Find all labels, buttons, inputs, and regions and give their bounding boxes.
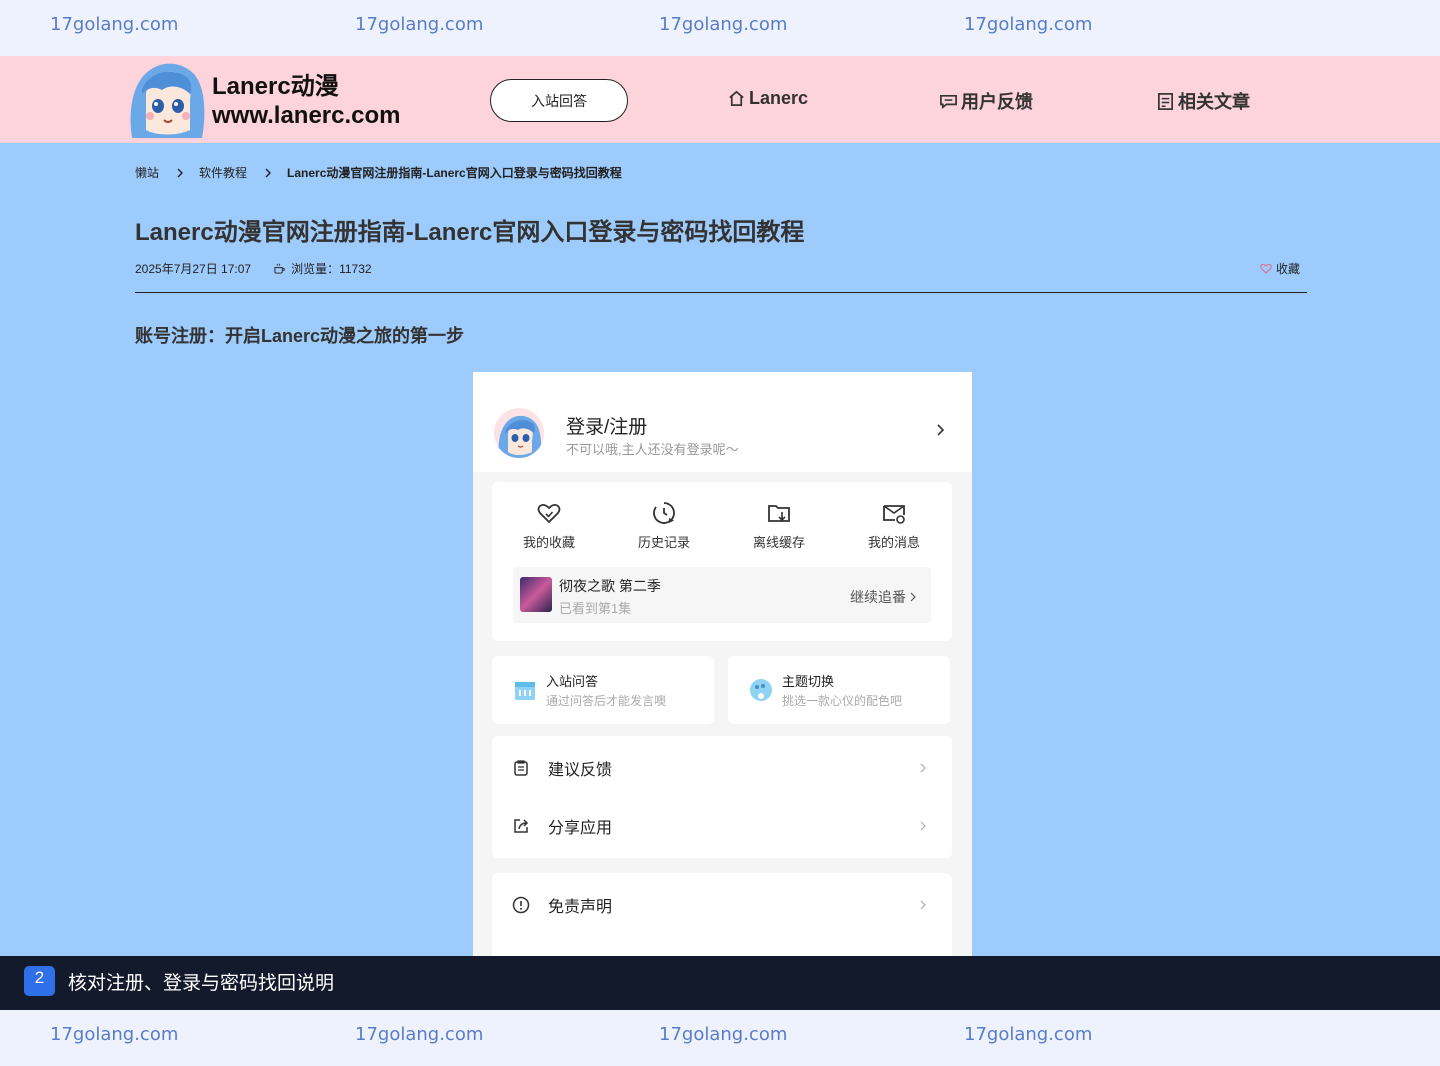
chevron-right-icon: [265, 168, 272, 177]
continue-button[interactable]: 继续追番: [850, 587, 917, 607]
menu-item-disclaimer-label: 免责声明: [548, 899, 613, 916]
mail-icon: [883, 505, 905, 524]
watermark-text: 17golang.com: [355, 14, 484, 35]
quick-messages[interactable]: 我的消息: [849, 500, 939, 551]
quick-messages-label: 我的消息: [867, 535, 920, 550]
profile-header[interactable]: 登录/注册 不可以哦,主人还没有登录呢～: [473, 372, 972, 472]
watermark-text: 17golang.com: [50, 1024, 179, 1045]
folder-download-icon: [768, 505, 790, 522]
step-text: 核对注册、登录与密码找回说明: [68, 973, 335, 994]
step-banner: 2 核对注册、登录与密码找回说明: [0, 956, 1440, 1010]
chevron-right-icon: [920, 763, 926, 773]
menu-item-share-label: 分享应用: [548, 820, 613, 837]
article-title: Lanerc动漫官网注册指南-Lanerc官网入口登录与密码找回教程: [135, 219, 805, 246]
heart-icon: [537, 503, 561, 524]
favorite-button[interactable]: 收藏: [1260, 260, 1300, 277]
chevron-right-icon: [910, 592, 916, 602]
continue-watching[interactable]: 彻夜之歌 第二季 已看到第1集 继续追番: [513, 567, 931, 623]
section-heading: 账号注册：开启Lanerc动漫之旅的第一步: [135, 326, 465, 346]
chat-icon: [940, 94, 957, 109]
quick-offline[interactable]: 离线缓存: [734, 500, 824, 551]
palette-icon: [750, 679, 772, 701]
watch-progress: 已看到第1集: [559, 601, 632, 616]
home-icon: [729, 90, 744, 107]
menu-group-2: 免责声明: [492, 873, 952, 956]
theme-card-subtitle: 挑选一款心仪的配色吧: [782, 694, 903, 708]
menu-item-feedback-label: 建议反馈: [548, 762, 613, 779]
watermark-text: 17golang.com: [964, 14, 1093, 35]
article-date: 2025年7月27日 17:07: [135, 262, 252, 276]
divider: [135, 292, 1307, 293]
chevron-right-icon: [920, 821, 926, 831]
qa-card-subtitle: 通过问答后才能发言噢: [546, 694, 667, 708]
menu-item-disclaimer[interactable]: 免责声明: [492, 876, 952, 934]
qa-card-title: 入站问答: [546, 674, 599, 689]
app-screenshot: 登录/注册 不可以哦,主人还没有登录呢～ 我的收藏 历史记录 离线缓存 我的消息…: [473, 372, 972, 956]
nav-feedback-label: 用户反馈: [961, 92, 1033, 112]
logo-avatar-icon[interactable]: [126, 60, 208, 140]
theme-card[interactable]: 主题切换 挑选一款心仪的配色吧: [728, 656, 950, 724]
quick-favorites[interactable]: 我的收藏: [504, 500, 594, 551]
anime-title: 彻夜之歌 第二季: [559, 578, 661, 594]
article-views: 浏览量：11732: [273, 260, 372, 277]
anime-thumbnail: [520, 577, 552, 612]
watermark-text: 17golang.com: [50, 14, 179, 35]
article-meta: 2025年7月27日 17:07 浏览量：11732: [135, 260, 372, 277]
avatar-icon: [498, 415, 542, 458]
watermark-text: 17golang.com: [964, 1024, 1093, 1045]
menu-group-1: 建议反馈 分享应用: [492, 736, 952, 858]
quick-favorites-label: 我的收藏: [522, 535, 575, 550]
breadcrumb-category[interactable]: 软件教程: [199, 164, 247, 181]
chevron-right-icon: [937, 424, 945, 436]
step-number: 2: [24, 966, 55, 996]
qa-button[interactable]: 入站回答: [490, 79, 628, 122]
watermark-text: 17golang.com: [659, 1024, 788, 1045]
watermark-text: 17golang.com: [659, 14, 788, 35]
nav-articles-label: 相关文章: [1178, 92, 1250, 112]
history-icon: [653, 502, 675, 524]
nav-home[interactable]: Lanerc: [727, 88, 808, 109]
qa-card[interactable]: 入站问答 通过问答后才能发言噢: [492, 656, 714, 724]
quick-history-label: 历史记录: [637, 535, 690, 550]
avatar: [494, 408, 544, 458]
breadcrumb: 懒站 软件教程 Lanerc动漫官网注册指南-Lanerc官网入口登录与密码找回…: [135, 164, 622, 181]
theme-card-title: 主题切换: [782, 674, 835, 689]
logo-url[interactable]: www.lanerc.com: [212, 102, 401, 130]
site-header: Lanerc动漫 www.lanerc.com 入站回答 Lanerc 用户反馈…: [0, 56, 1440, 143]
article-views-text: 浏览量：11732: [291, 262, 372, 276]
heart-outline-icon: [1260, 263, 1272, 274]
login-title: 登录/注册: [566, 417, 648, 438]
login-subtitle: 不可以哦,主人还没有登录呢～: [566, 442, 739, 457]
nav-feedback[interactable]: 用户反馈: [939, 88, 1033, 114]
logo-name[interactable]: Lanerc动漫: [212, 66, 339, 101]
quick-actions-card: 我的收藏 历史记录 离线缓存 我的消息 彻夜之歌 第二季 已看到第1集 继续追番: [492, 482, 952, 641]
nav-home-label: Lanerc: [749, 88, 809, 108]
cup-icon: [274, 263, 285, 274]
chevron-right-icon: [920, 900, 926, 910]
clipboard-icon: [514, 760, 528, 776]
chevron-right-icon: [177, 168, 184, 177]
share-icon: [514, 819, 529, 833]
breadcrumb-home[interactable]: 懒站: [135, 164, 159, 181]
favorite-label: 收藏: [1276, 262, 1301, 276]
calendar-icon: [515, 682, 535, 700]
info-icon: [512, 896, 530, 914]
document-icon: [1157, 92, 1174, 110]
menu-item-share[interactable]: 分享应用: [492, 797, 952, 855]
quick-history[interactable]: 历史记录: [619, 500, 709, 551]
breadcrumb-current: Lanerc动漫官网注册指南-Lanerc官网入口登录与密码找回教程: [287, 166, 622, 180]
menu-item-feedback[interactable]: 建议反馈: [492, 739, 952, 797]
watermark-text: 17golang.com: [355, 1024, 484, 1045]
continue-button-label: 继续追番: [850, 589, 906, 605]
nav-articles[interactable]: 相关文章: [1156, 88, 1250, 114]
quick-offline-label: 离线缓存: [752, 535, 805, 550]
watermark-bar-top: 17golang.com 17golang.com 17golang.com 1…: [0, 0, 1440, 56]
watermark-bar-bottom: 17golang.com 17golang.com 17golang.com 1…: [0, 1010, 1440, 1066]
